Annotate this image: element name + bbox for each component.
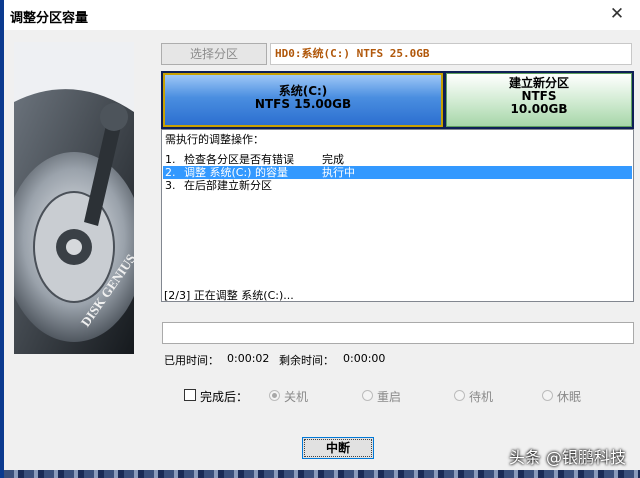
progress-bar <box>162 322 634 344</box>
window-title: 调整分区容量 <box>10 11 89 26</box>
partition-fs: NTFS 15.00GB <box>254 97 352 111</box>
radio-shutdown[interactable] <box>269 390 280 401</box>
operation-item[interactable]: 3. 在后部建立新分区 <box>163 179 632 192</box>
partition-map: 系统(C:) NTFS 15.00GB 建立新分区 NTFS 10.00GB <box>161 71 634 129</box>
partition-size: 10.00GB <box>510 102 568 116</box>
radio-hibernate[interactable] <box>542 390 553 401</box>
after-completion-label: 完成后： <box>200 390 249 404</box>
operation-status: 执行中 <box>322 166 355 179</box>
operation-item[interactable]: 1. 检查各分区是否有错误 完成 <box>163 153 632 166</box>
title-bar: 调整分区容量 ✕ <box>4 0 640 30</box>
remaining-time-label: 剩余时间： <box>279 354 334 367</box>
operation-status: 完成 <box>322 153 344 166</box>
watermark-text: 头条 @银鹏科技 <box>508 448 626 467</box>
radio-standby-label: 待机 <box>469 390 494 404</box>
select-partition-button[interactable]: 选择分区 <box>161 43 267 65</box>
resize-partition-dialog: 调整分区容量 ✕ DISK GENIUS 选择分区 HD0:系统(C:) NTF… <box>4 0 640 478</box>
dialog-body: DISK GENIUS 选择分区 HD0:系统(C:) NTFS 25.0GB … <box>4 30 640 478</box>
after-completion-checkbox[interactable] <box>184 389 196 401</box>
operation-item-selected[interactable]: 2. 调整 系统(C:) 的容量 执行中 <box>163 166 632 179</box>
partition-block-new[interactable]: 建立新分区 NTFS 10.00GB <box>446 73 632 127</box>
operation-list[interactable]: 需执行的调整操作： 1. 检查各分区是否有错误 完成 2. 调整 系统(C:) 的容… <box>161 129 634 302</box>
remaining-time-value: 0:00:00 <box>343 352 386 365</box>
close-button[interactable]: ✕ <box>604 2 630 26</box>
progress-status-text: [2/3] 正在调整 系统(C:)... <box>164 289 294 302</box>
disk-info-field: HD0:系统(C:) NTFS 25.0GB <box>270 43 632 65</box>
abort-button[interactable]: 中断 <box>302 437 374 459</box>
radio-restart[interactable] <box>362 390 373 401</box>
radio-hibernate-label: 休眠 <box>557 390 582 404</box>
elapsed-time-label: 已用时间： <box>164 354 219 367</box>
elapsed-time-value: 0:00:02 <box>227 352 270 365</box>
radio-standby[interactable] <box>454 390 465 401</box>
radio-shutdown-label: 关机 <box>284 390 309 404</box>
hard-disk-image: DISK GENIUS <box>14 42 134 354</box>
partition-block-c[interactable]: 系统(C:) NTFS 15.00GB <box>163 73 443 127</box>
background-taskbar-strip <box>4 470 640 478</box>
hard-disk-icon: DISK GENIUS <box>14 42 134 354</box>
radio-restart-label: 重启 <box>377 390 402 404</box>
operation-list-header: 需执行的调整操作： <box>165 133 264 146</box>
